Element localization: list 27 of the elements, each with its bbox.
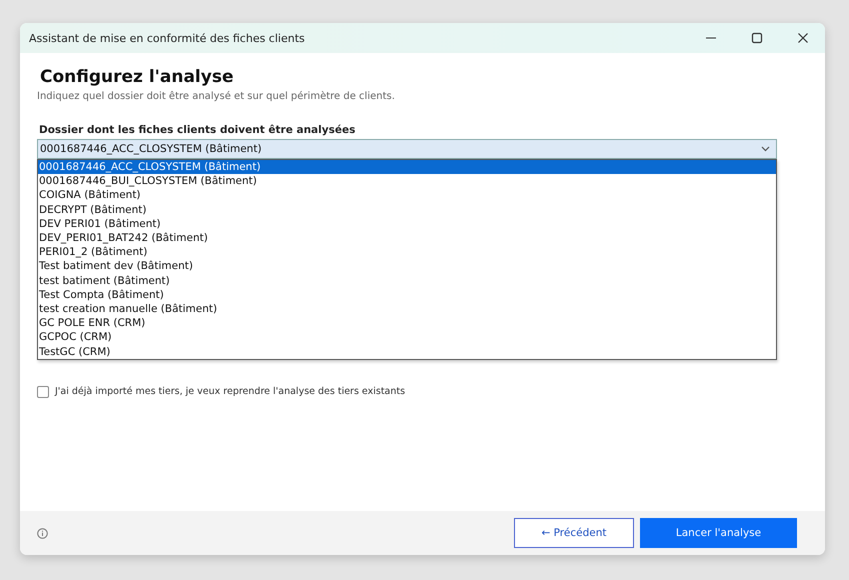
info-icon[interactable] (37, 528, 48, 538)
dropdown-option[interactable]: TestGC (CRM) (38, 344, 776, 359)
checkbox-label: J'ai déjà importé mes tiers, je veux reprendre l'analyse des tiers existants (55, 386, 406, 398)
folder-dropdown[interactable]: 0001687446_ACC_CLOSYSTEM (Bâtiment) (37, 139, 777, 159)
dropdown-option[interactable]: 0001687446_ACC_CLOSYSTEM (Bâtiment) (38, 160, 776, 174)
dropdown-option[interactable]: PERI01_2 (Bâtiment) (38, 245, 776, 260)
checkbox[interactable] (37, 386, 49, 398)
dropdown-option[interactable]: DEV PERI01 (Bâtiment) (38, 216, 776, 232)
page-heading: Configurez l'analyse (40, 67, 234, 87)
dropdown-option[interactable]: Test Compta (Bâtiment) (38, 288, 776, 302)
start-analysis-button[interactable]: Lancer l'analyse (640, 518, 797, 548)
field-label: Dossier dont les fiches clients doivent être analysées (39, 124, 356, 136)
chevron-down-icon (761, 146, 770, 152)
maximize-icon[interactable] (751, 32, 763, 44)
window-title: Assistant de mise en conformité des fiches clients (29, 32, 305, 44)
close-icon[interactable] (797, 32, 809, 44)
dropdown-option[interactable]: test batiment (Bâtiment) (38, 274, 776, 288)
dropdown-option[interactable]: COIGNA (Bâtiment) (38, 188, 776, 203)
dropdown-option[interactable]: DECRYPT (Bâtiment) (38, 202, 776, 217)
dropdown-option[interactable]: DEV_PERI01_BAT242 (Bâtiment) (38, 231, 776, 246)
dropdown-option[interactable]: test creation manuelle (Bâtiment) (38, 302, 776, 316)
dropdown-option[interactable]: 0001687446_BUI_CLOSYSTEM (Bâtiment) (38, 174, 776, 188)
dropdown-option[interactable]: GCPOC (CRM) (38, 330, 776, 345)
dropdown-option[interactable]: Test batiment dev (Bâtiment) (38, 259, 776, 274)
previous-button[interactable]: ← Précédent (514, 518, 634, 548)
dropdown-option[interactable]: GC POLE ENR (CRM) (38, 316, 776, 330)
page-subtitle: Indiquez quel dossier doit être analysé et sur quel périmètre de clients. (37, 91, 396, 102)
